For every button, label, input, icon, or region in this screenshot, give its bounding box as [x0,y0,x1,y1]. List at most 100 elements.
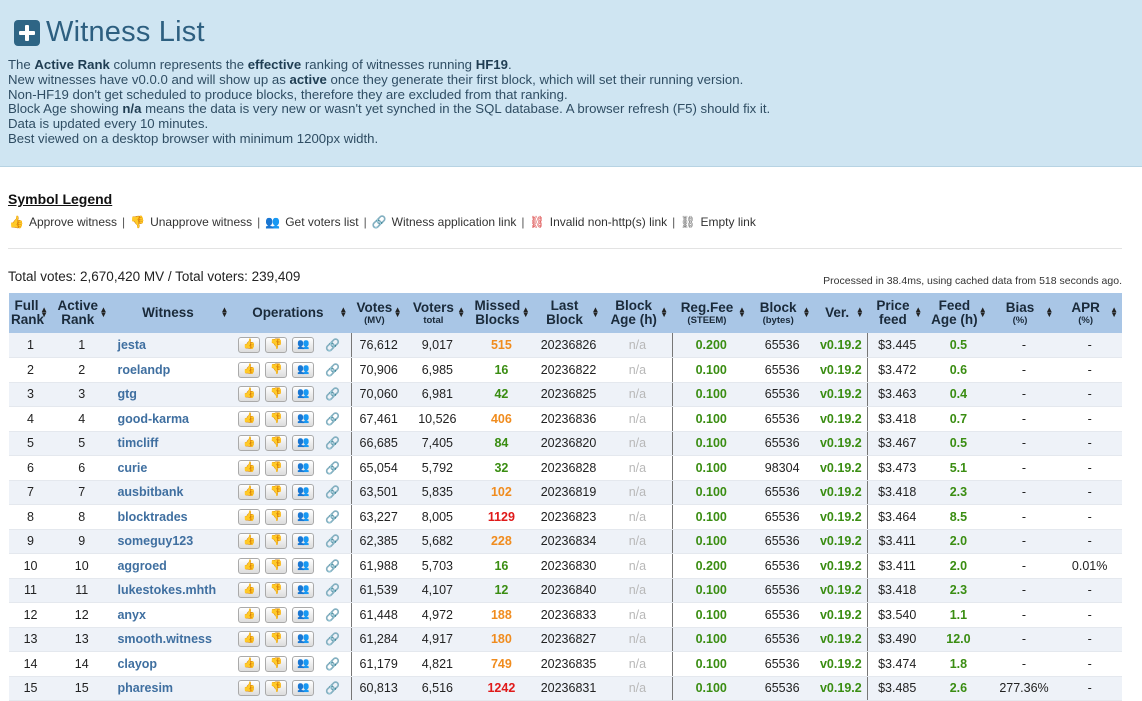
unapprove-witness-button[interactable]: 👎 [265,631,288,648]
witness-name-link[interactable]: clayop [111,651,233,677]
get-voters-button[interactable]: 👥 [292,410,315,427]
witness-name-link[interactable]: roelandp [111,357,233,383]
sort-arrows-icon[interactable]: ▲ ▼ [979,306,987,319]
column-header[interactable]: Block (bytes) ▲ ▼ [749,293,815,333]
column-header[interactable]: Missed Blocks ▲ ▼ [469,293,534,333]
witness-application-link-icon[interactable]: 🔗 [325,583,340,597]
get-voters-button[interactable]: 👥 [292,631,315,648]
unapprove-witness-button[interactable]: 👎 [265,557,288,574]
approve-witness-button[interactable]: 👍 [238,435,261,452]
sort-arrows-icon[interactable]: ▲ ▼ [339,306,347,319]
witness-application-link-icon[interactable]: 🔗 [325,681,340,695]
approve-witness-button[interactable]: 👍 [238,582,261,599]
sort-arrows-icon[interactable]: ▲ ▼ [394,306,402,319]
witness-name-link[interactable]: jesta [111,333,233,358]
witness-name-link[interactable]: anyx [111,602,233,628]
witness-application-link-icon[interactable]: 🔗 [325,412,340,426]
sort-arrows-icon[interactable]: ▲ ▼ [40,306,48,319]
unapprove-witness-button[interactable]: 👎 [265,410,288,427]
witness-application-link-icon[interactable]: 🔗 [325,534,340,548]
witness-application-link-icon[interactable]: 🔗 [325,461,340,475]
unapprove-witness-button[interactable]: 👎 [265,508,288,525]
approve-witness-button[interactable]: 👍 [238,557,261,574]
approve-witness-button[interactable]: 👍 [238,631,261,648]
column-header[interactable]: Bias (%) ▲ ▼ [990,293,1058,333]
get-voters-button[interactable]: 👥 [292,557,315,574]
column-header[interactable]: Feed Age (h) ▲ ▼ [926,293,991,333]
unapprove-witness-button[interactable]: 👎 [265,606,288,623]
witness-name-link[interactable]: curie [111,455,233,481]
get-voters-button[interactable]: 👥 [292,386,315,403]
witness-application-link-icon[interactable]: 🔗 [325,510,340,524]
sort-arrows-icon[interactable]: ▲ ▼ [1110,306,1118,319]
sort-arrows-icon[interactable]: ▲ ▼ [914,306,922,319]
sort-arrows-icon[interactable]: ▲ ▼ [738,306,746,319]
sort-arrows-icon[interactable]: ▲ ▼ [803,306,811,319]
column-header[interactable]: Witness ▲ ▼ [111,293,233,333]
approve-witness-button[interactable]: 👍 [238,680,261,697]
unapprove-witness-button[interactable]: 👎 [265,533,288,550]
get-voters-button[interactable]: 👥 [292,435,315,452]
witness-application-link-icon[interactable]: 🔗 [325,436,340,450]
witness-application-link-icon[interactable]: 🔗 [325,338,340,352]
unapprove-witness-button[interactable]: 👎 [265,680,288,697]
witness-application-link-icon[interactable]: 🔗 [325,387,340,401]
witness-application-link-icon[interactable]: 🔗 [325,363,340,377]
witness-application-link-icon[interactable]: 🔗 [325,657,340,671]
column-header[interactable]: Last Block ▲ ▼ [533,293,604,333]
approve-witness-button[interactable]: 👍 [238,655,261,672]
approve-witness-button[interactable]: 👍 [238,459,261,476]
sort-arrows-icon[interactable]: ▲ ▼ [220,306,228,319]
witness-application-link-icon[interactable]: 🔗 [325,485,340,499]
unapprove-witness-button[interactable]: 👎 [265,361,288,378]
witness-name-link[interactable]: blocktrades [111,504,233,530]
column-header[interactable]: APR (%) ▲ ▼ [1057,293,1122,333]
get-voters-button[interactable]: 👥 [292,655,315,672]
get-voters-button[interactable]: 👥 [292,680,315,697]
sort-arrows-icon[interactable]: ▲ ▼ [522,306,530,319]
witness-name-link[interactable]: ausbitbank [111,480,233,505]
approve-witness-button[interactable]: 👍 [238,410,261,427]
approve-witness-button[interactable]: 👍 [238,508,261,525]
get-voters-button[interactable]: 👥 [292,533,315,550]
get-voters-button[interactable]: 👥 [292,459,315,476]
unapprove-witness-button[interactable]: 👎 [265,337,288,353]
get-voters-button[interactable]: 👥 [292,582,315,599]
approve-witness-button[interactable]: 👍 [238,484,261,501]
approve-witness-button[interactable]: 👍 [238,606,261,623]
approve-witness-button[interactable]: 👍 [238,533,261,550]
unapprove-witness-button[interactable]: 👎 [265,459,288,476]
get-voters-button[interactable]: 👥 [292,337,315,353]
column-header[interactable]: Full Rank ▲ ▼ [9,293,53,333]
get-voters-button[interactable]: 👥 [292,606,315,623]
unapprove-witness-button[interactable]: 👎 [265,435,288,452]
unapprove-witness-button[interactable]: 👎 [265,582,288,599]
sort-arrows-icon[interactable]: ▲ ▼ [591,306,599,319]
column-header[interactable]: Price feed ▲ ▼ [867,293,927,333]
witness-name-link[interactable]: timcliff [111,431,233,456]
approve-witness-button[interactable]: 👍 [238,361,261,378]
unapprove-witness-button[interactable]: 👎 [265,655,288,672]
witness-application-link-icon[interactable]: 🔗 [325,559,340,573]
column-header[interactable]: Reg.Fee (STEEM) ▲ ▼ [672,293,750,333]
witness-name-link[interactable]: aggroed [111,553,233,579]
witness-name-link[interactable]: pharesim [111,676,233,701]
get-voters-button[interactable]: 👥 [292,361,315,378]
sort-arrows-icon[interactable]: ▲ ▼ [660,306,668,319]
sort-arrows-icon[interactable]: ▲ ▼ [100,306,108,319]
get-voters-button[interactable]: 👥 [292,508,315,525]
witness-name-link[interactable]: lukestokes.mhth [111,577,233,603]
unapprove-witness-button[interactable]: 👎 [265,484,288,501]
column-header[interactable]: Active Rank ▲ ▼ [52,293,112,333]
sort-arrows-icon[interactable]: ▲ ▼ [856,306,864,319]
column-header[interactable]: Voters total ▲ ▼ [405,293,470,333]
approve-witness-button[interactable]: 👍 [238,386,261,403]
sort-arrows-icon[interactable]: ▲ ▼ [1045,306,1053,319]
witness-name-link[interactable]: good-karma [111,406,233,432]
witness-application-link-icon[interactable]: 🔗 [325,632,340,646]
witness-name-link[interactable]: gtg [111,382,233,407]
witness-name-link[interactable]: smooth.witness [111,627,233,652]
witness-name-link[interactable]: someguy123 [111,529,233,554]
column-header[interactable]: Block Age (h) ▲ ▼ [603,293,673,333]
column-header[interactable]: Operations ▲ ▼ [232,293,352,333]
